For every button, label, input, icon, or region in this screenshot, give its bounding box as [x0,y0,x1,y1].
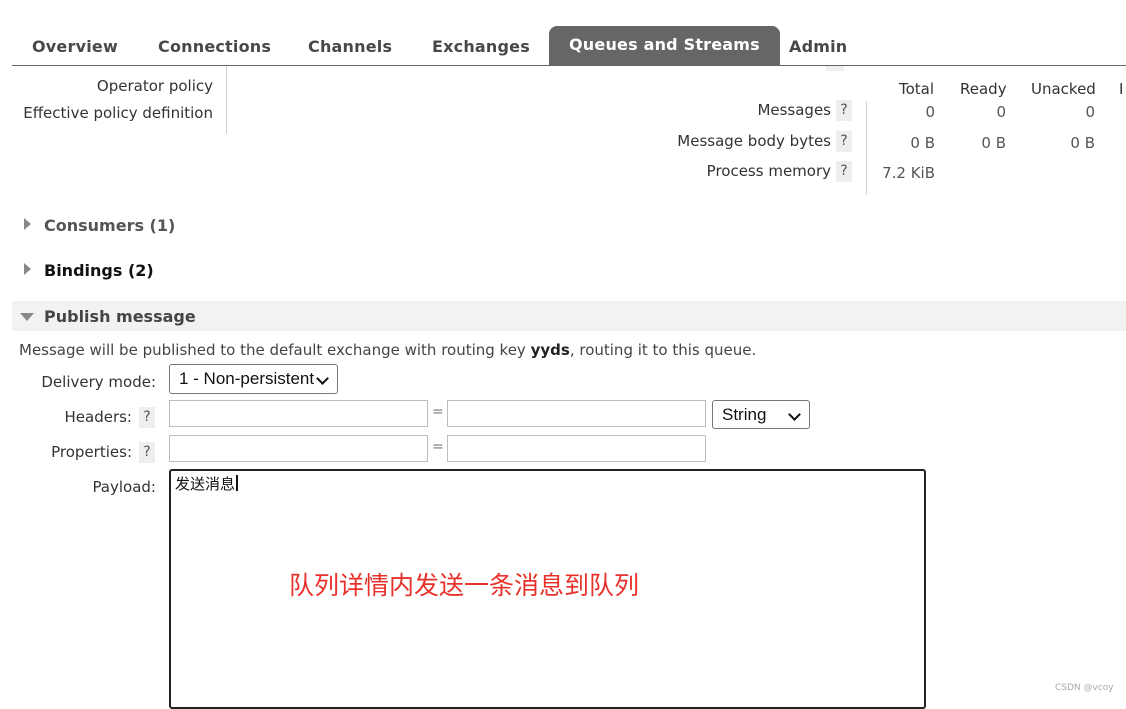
routing-key: yyds [530,341,570,359]
body-bytes-ready: 0 B [981,134,1006,152]
process-memory-total: 7.2 KiB [882,164,935,182]
tab-overview[interactable]: Overview [32,37,118,56]
properties-help-icon[interactable]: ? [139,442,155,463]
header-value-input[interactable] [447,400,706,427]
chevron-down-icon [316,372,329,385]
col-header-truncated: I [1119,80,1124,98]
publish-section-title: Publish message [44,307,196,326]
bindings-section-header[interactable]: Bindings (2) [12,253,1126,287]
col-header-total: Total [899,80,935,98]
chevron-down-icon [788,407,801,421]
headers-help-icon[interactable]: ? [139,407,155,428]
delivery-mode-value: 1 - Non-persistent [179,369,315,388]
header-equals-sign: = [432,404,444,420]
process-memory-help-icon[interactable]: ? [836,161,852,182]
properties-label: Properties: [51,443,132,461]
body-bytes-help-icon[interactable]: ? [836,131,852,152]
stat-label-process-memory: Process memory [706,162,831,180]
publish-intro-suffix: , routing it to this queue. [569,341,757,359]
scrolled-help-fragment [826,66,844,71]
collapse-arrow-icon [20,313,34,321]
payload-content: 发送消息 [175,473,239,494]
tab-queues-and-streams[interactable]: Queues and Streams [549,26,780,65]
expand-arrow-icon [24,218,31,230]
expand-arrow-icon [24,263,31,275]
property-key-input[interactable] [169,435,428,462]
messages-help-icon[interactable]: ? [836,100,852,121]
headers-label: Headers: [64,408,133,426]
col-header-unacked: Unacked [1031,80,1096,98]
publish-intro-text: Message will be published to the default… [19,341,531,359]
tabs-underline [12,65,1126,66]
property-value-input[interactable] [447,435,706,462]
tab-exchanges[interactable]: Exchanges [432,37,530,56]
tab-admin[interactable]: Admin [789,37,847,56]
header-type-select[interactable]: String [712,400,810,429]
info-divider [226,66,227,134]
effective-policy-label: Effective policy definition [23,104,213,122]
header-type-value: String [722,405,767,424]
main-nav-tabs: Overview Connections Channels Exchanges … [12,26,1126,66]
consumers-section-header[interactable]: Consumers (1) [12,208,1126,242]
stat-label-body-bytes: Message body bytes [677,132,831,150]
payload-label: Payload: [92,478,156,496]
col-header-ready: Ready [960,80,1007,98]
publish-description: Message will be published to the default… [19,341,756,359]
stat-label-messages: Messages [757,101,831,119]
body-bytes-total: 0 B [910,134,935,152]
payload-value: 发送消息 [175,475,236,493]
body-bytes-unacked: 0 B [1070,134,1095,152]
text-cursor [236,475,239,491]
annotation-text: 队列详情内发送一条消息到队列 [289,571,640,600]
bindings-section-title: Bindings (2) [44,261,154,280]
messages-ready: 0 [996,103,1006,121]
header-key-input[interactable] [169,400,428,427]
messages-total: 0 [925,103,935,121]
tab-connections[interactable]: Connections [158,37,271,56]
messages-unacked: 0 [1085,103,1095,121]
delivery-mode-select[interactable]: 1 - Non-persistent [169,364,338,394]
property-equals-sign: = [432,439,444,455]
delivery-mode-label: Delivery mode: [41,373,156,391]
publish-section-header[interactable]: Publish message [12,301,1126,331]
operator-policy-label: Operator policy [96,77,213,95]
consumers-section-title: Consumers (1) [44,216,176,235]
stats-divider [866,101,867,195]
watermark: CSDN @vcoy [1055,683,1114,693]
tab-channels[interactable]: Channels [308,37,392,56]
